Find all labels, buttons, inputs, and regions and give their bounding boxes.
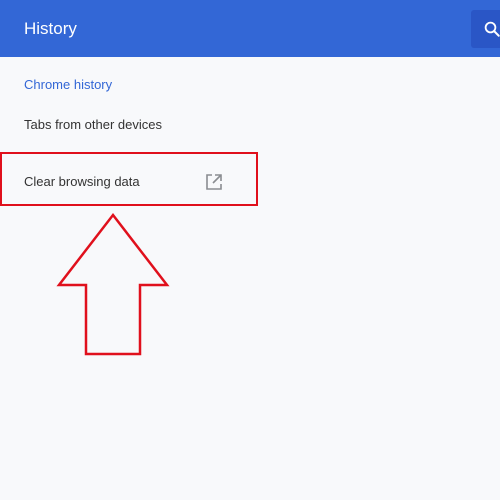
- search-button[interactable]: [471, 10, 500, 48]
- search-icon: [484, 21, 500, 37]
- history-page: History Chrome history Tabs from other d…: [0, 0, 500, 500]
- up-arrow-annotation: [56, 212, 170, 356]
- highlight-box: [0, 152, 258, 206]
- sidebar-item-tabs-from-other-devices[interactable]: Tabs from other devices: [24, 116, 162, 134]
- page-title: History: [24, 19, 77, 38]
- sidebar-item-chrome-history[interactable]: Chrome history: [24, 76, 112, 94]
- header-bar: History: [0, 0, 500, 57]
